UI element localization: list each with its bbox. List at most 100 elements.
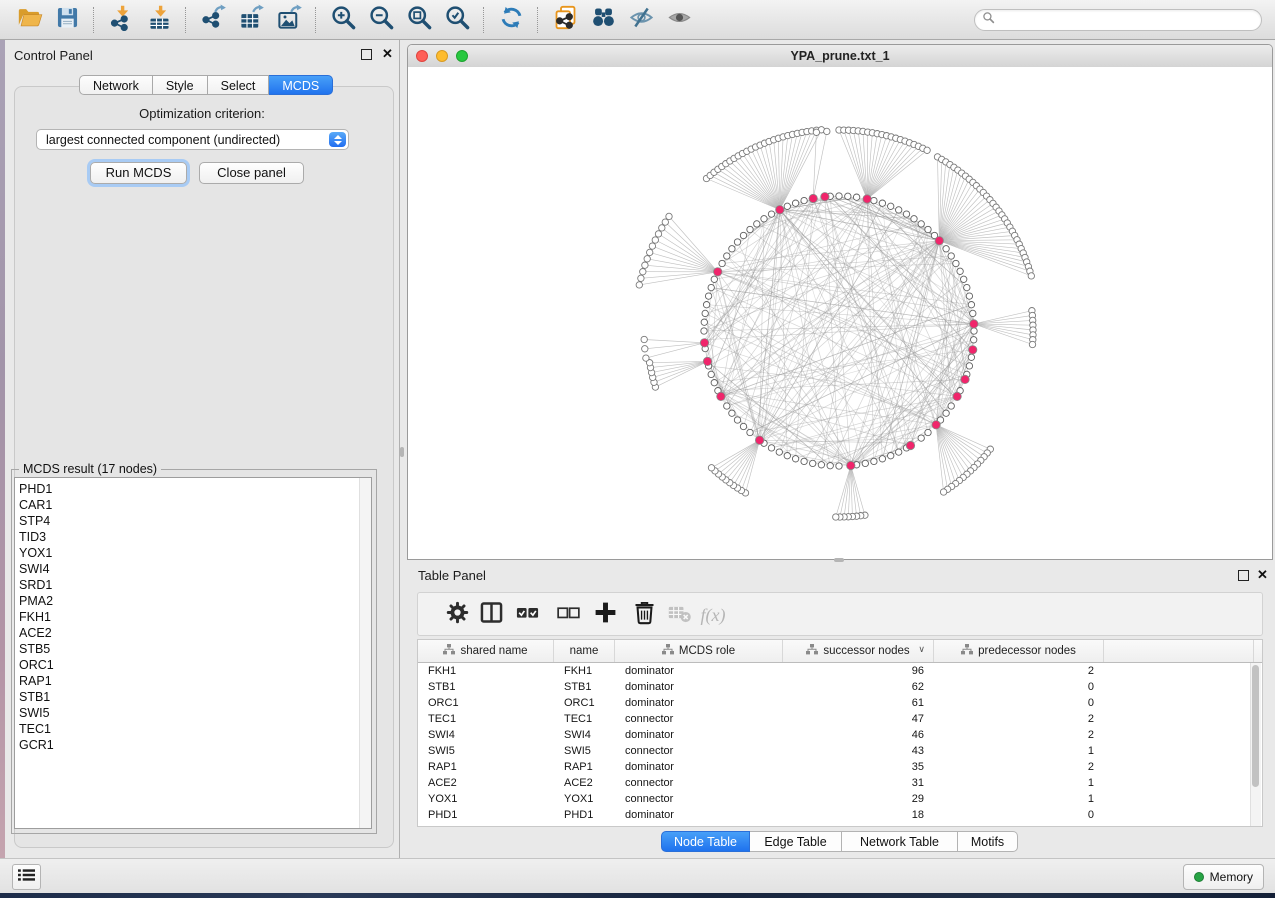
save-session-button[interactable] — [48, 4, 86, 36]
table-row[interactable]: SWI4SWI4dominator462 — [418, 727, 1262, 743]
cell-predecessor-nodes: 2 — [934, 729, 1104, 741]
column-header-filler[interactable] — [1104, 640, 1254, 662]
memory-status-icon — [1194, 872, 1204, 882]
mcds-result-item[interactable]: GCR1 — [15, 737, 371, 753]
tab-mcds[interactable]: MCDS — [269, 75, 333, 95]
network-graph — [408, 67, 1272, 559]
export-image-icon — [276, 4, 303, 36]
table-row[interactable]: STB1STB1dominator620 — [418, 679, 1262, 695]
tab-select[interactable]: Select — [208, 75, 270, 95]
cell-predecessor-nodes: 2 — [934, 713, 1104, 725]
show-details-button[interactable] — [660, 4, 698, 36]
table-row[interactable]: PHD1PHD1dominator180 — [418, 807, 1262, 823]
network-window-titlebar[interactable]: YPA_prune.txt_1 — [408, 45, 1272, 68]
export-network-button[interactable] — [194, 4, 232, 36]
mcds-result-item[interactable]: PHD1 — [15, 481, 371, 497]
table-row[interactable]: YOX1YOX1connector291 — [418, 791, 1262, 807]
import-table-button[interactable] — [140, 4, 178, 36]
close-panel-button[interactable]: Close panel — [199, 162, 304, 184]
deselect-all-checks-button[interactable] — [554, 601, 582, 629]
split-columns-button[interactable] — [477, 601, 505, 629]
hide-details-icon — [628, 4, 655, 36]
cell-successor-nodes: 43 — [783, 745, 934, 757]
column-header-predecessor-nodes[interactable]: predecessor nodes — [934, 640, 1104, 662]
mcds-result-item[interactable]: PMA2 — [15, 593, 371, 609]
table-row[interactable]: RAP1RAP1dominator352 — [418, 759, 1262, 775]
tab-edge-table[interactable]: Edge Table — [750, 831, 842, 852]
export-table-button[interactable] — [232, 4, 270, 36]
zoom-fit-button[interactable] — [400, 4, 438, 36]
export-image-button[interactable] — [270, 4, 308, 36]
network-canvas[interactable] — [408, 67, 1272, 559]
open-session-button[interactable] — [10, 4, 48, 36]
mcds-result-item[interactable]: STB5 — [15, 641, 371, 657]
cell-MCDS-role: dominator — [615, 665, 783, 677]
mcds-result-item[interactable]: RAP1 — [15, 673, 371, 689]
taskbar-list-button[interactable] — [12, 864, 41, 890]
close-table-panel-icon[interactable]: ✕ — [1257, 569, 1268, 580]
mcds-result-item[interactable]: SWI5 — [15, 705, 371, 721]
mcds-result-item[interactable]: STB1 — [15, 689, 371, 705]
mcds-list-scrollbar[interactable] — [359, 478, 371, 828]
mcds-result-list[interactable]: PHD1CAR1STP4TID3YOX1SWI4SRD1PMA2FKH1ACE2… — [14, 477, 372, 829]
table-scrollbar-thumb[interactable] — [1252, 665, 1259, 787]
column-type-icon — [806, 644, 818, 658]
optimization-criterion-select[interactable]: largest connected component (undirected) — [36, 129, 349, 150]
float-table-panel-icon[interactable] — [1238, 570, 1249, 581]
application-window: Control Panel ✕ NetworkStyleSelectMCDS O… — [0, 0, 1275, 898]
float-panel-icon[interactable] — [361, 49, 372, 60]
zoom-out-button[interactable] — [362, 4, 400, 36]
tab-network-table[interactable]: Network Table — [842, 831, 958, 852]
table-row[interactable]: SWI5SWI5connector431 — [418, 743, 1262, 759]
zoom-selected-button[interactable] — [438, 4, 476, 36]
search-input[interactable] — [995, 10, 1261, 30]
hide-details-button[interactable] — [622, 4, 660, 36]
clone-network-button[interactable] — [546, 4, 584, 36]
tab-network[interactable]: Network — [79, 75, 153, 95]
import-network-icon — [108, 4, 135, 36]
find-button[interactable] — [584, 4, 622, 36]
mcds-result-item[interactable]: TEC1 — [15, 721, 371, 737]
mcds-result-item[interactable]: CAR1 — [15, 497, 371, 513]
table-row[interactable]: ORC1ORC1dominator610 — [418, 695, 1262, 711]
tab-style[interactable]: Style — [153, 75, 208, 95]
close-panel-icon[interactable]: ✕ — [382, 48, 393, 59]
mcds-result-item[interactable]: TID3 — [15, 529, 371, 545]
settings-gear-button[interactable] — [443, 601, 471, 629]
refresh-layout-button[interactable] — [492, 4, 530, 36]
mcds-result-item[interactable]: SWI4 — [15, 561, 371, 577]
table-scrollbar[interactable] — [1250, 663, 1261, 826]
run-mcds-button[interactable]: Run MCDS — [90, 162, 187, 184]
cell-MCDS-role: connector — [615, 777, 783, 789]
table-row[interactable]: ACE2ACE2connector311 — [418, 775, 1262, 791]
select-all-checks-button[interactable] — [513, 601, 541, 629]
mcds-result-item[interactable]: YOX1 — [15, 545, 371, 561]
add-column-button[interactable] — [591, 601, 619, 629]
column-header-successor-nodes[interactable]: successor nodes∨ — [783, 640, 934, 662]
table-row[interactable]: FKH1FKH1dominator962 — [418, 663, 1262, 679]
column-header-shared-name[interactable]: shared name — [418, 640, 554, 662]
node-table[interactable]: shared namenameMCDS rolesuccessor nodes∨… — [417, 639, 1263, 827]
table-row[interactable]: TEC1TEC1connector472 — [418, 711, 1262, 727]
window-close-icon[interactable] — [416, 50, 428, 62]
mcds-result-item[interactable]: ACE2 — [15, 625, 371, 641]
mcds-result-item[interactable]: ORC1 — [15, 657, 371, 673]
memory-button[interactable]: Memory — [1183, 864, 1264, 890]
zoom-in-button[interactable] — [324, 4, 362, 36]
search-field[interactable] — [974, 9, 1262, 31]
cell-name: TEC1 — [554, 713, 615, 725]
delete-column-button[interactable] — [630, 601, 658, 629]
mcds-result-item[interactable]: SRD1 — [15, 577, 371, 593]
mcds-result-item[interactable]: STP4 — [15, 513, 371, 529]
vertical-splitter-handle[interactable] — [400, 447, 404, 457]
cell-shared-name: SWI5 — [418, 745, 554, 757]
zoom-fit-icon — [406, 4, 433, 36]
import-network-button[interactable] — [102, 4, 140, 36]
window-zoom-icon[interactable] — [456, 50, 468, 62]
column-header-MCDS-role[interactable]: MCDS role — [615, 640, 783, 662]
mcds-result-item[interactable]: FKH1 — [15, 609, 371, 625]
tab-motifs[interactable]: Motifs — [958, 831, 1018, 852]
tab-node-table[interactable]: Node Table — [661, 831, 750, 852]
window-min-icon[interactable] — [436, 50, 448, 62]
column-header-name[interactable]: name — [554, 640, 615, 662]
